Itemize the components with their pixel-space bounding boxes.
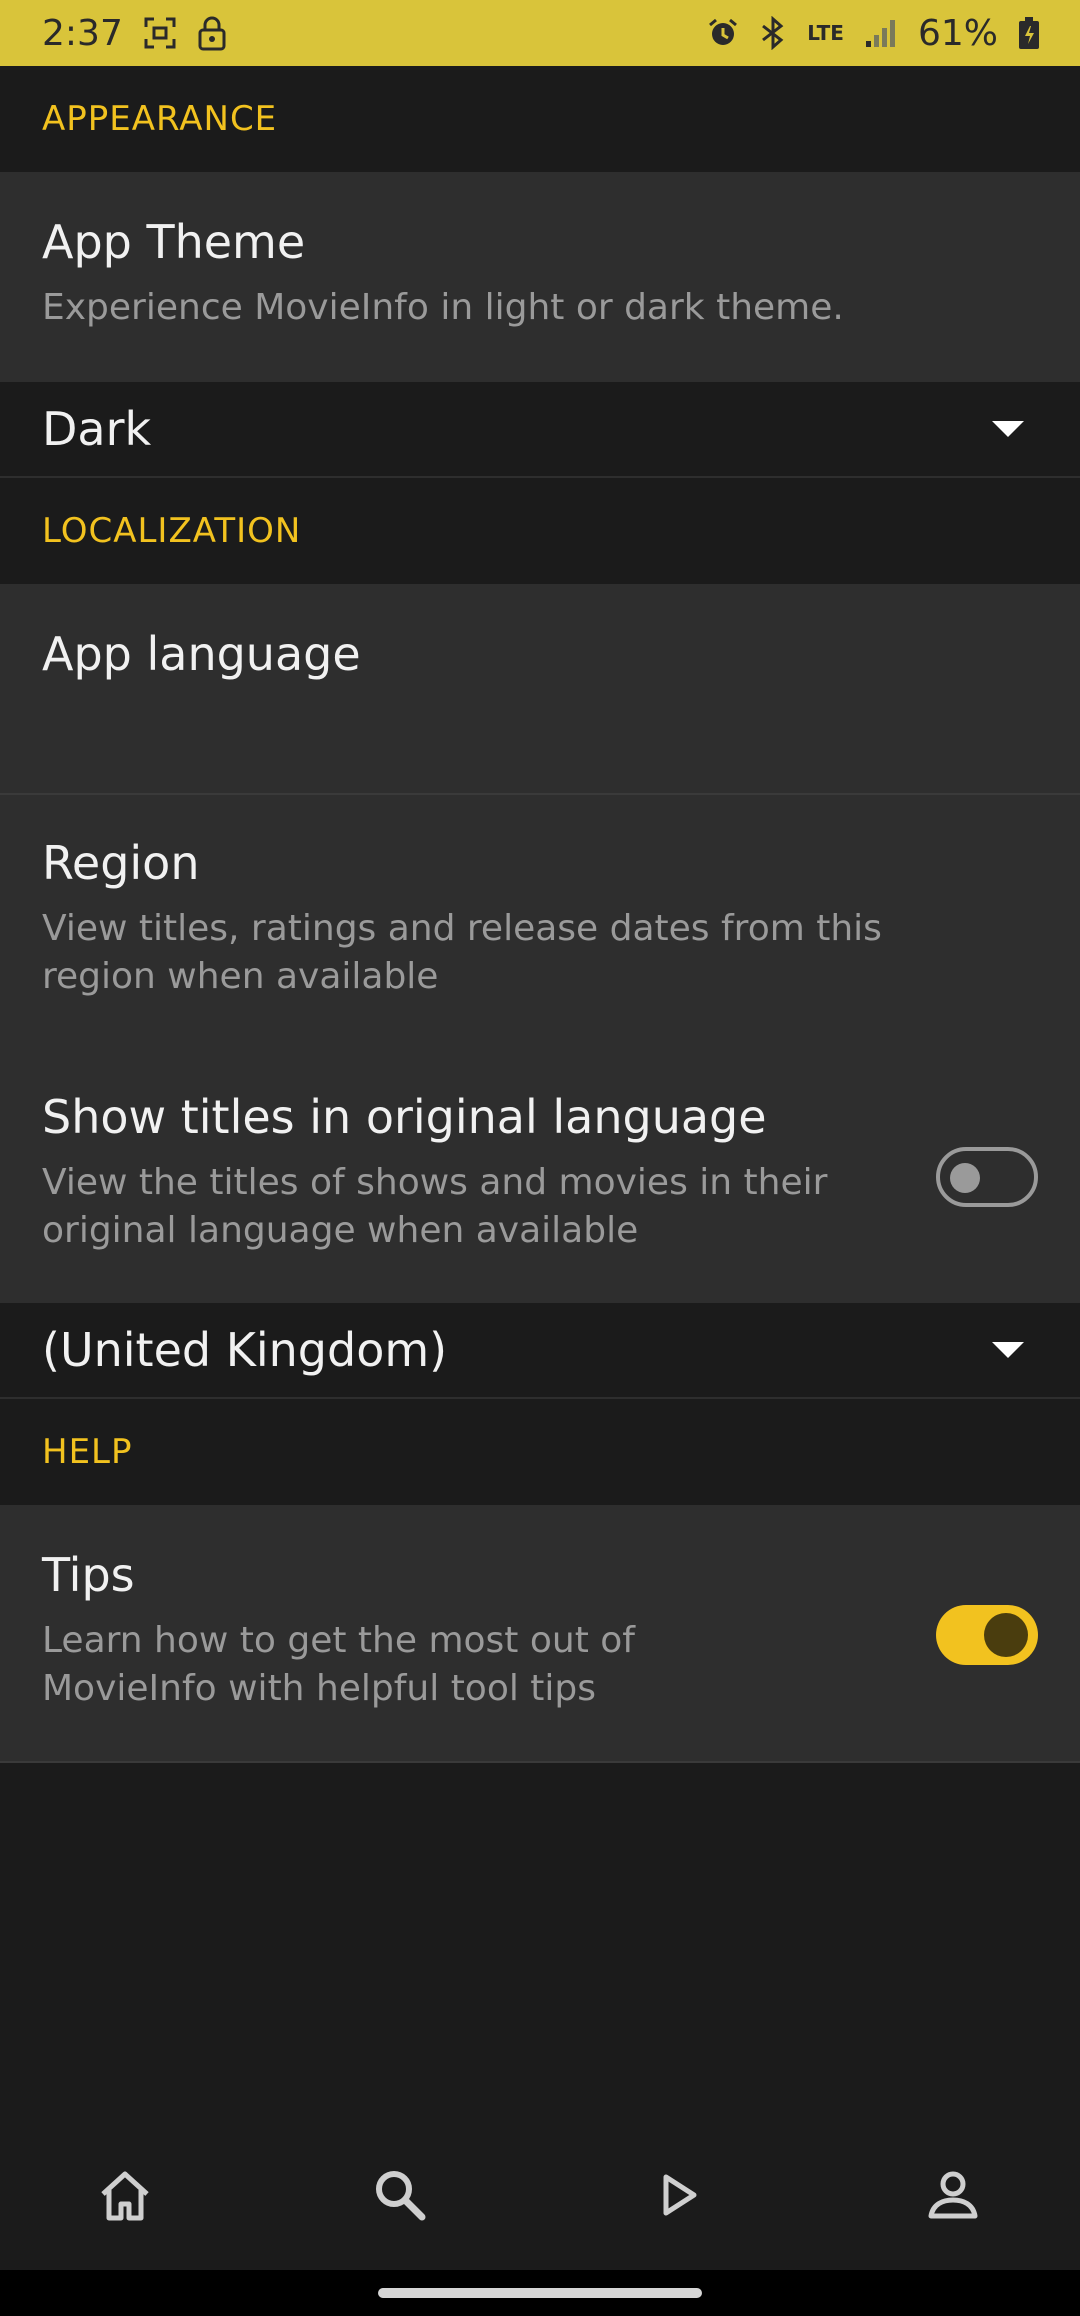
chevron-down-icon bbox=[992, 1342, 1024, 1358]
region-title: Region bbox=[42, 836, 200, 890]
tips-summary: Learn how to get the most out of MovieIn… bbox=[42, 1620, 635, 1709]
nav-play[interactable] bbox=[645, 2160, 715, 2230]
localization-header-label: LOCALIZATION bbox=[42, 511, 302, 551]
help-header-label: HELP bbox=[42, 1432, 133, 1472]
section-header-appearance: APPEARANCE bbox=[0, 66, 1080, 174]
screenshot-icon bbox=[143, 16, 177, 50]
search-icon bbox=[376, 2171, 426, 2221]
nav-profile[interactable] bbox=[918, 2160, 988, 2230]
profile-icon bbox=[928, 2171, 978, 2219]
gesture-bar-area bbox=[0, 2270, 1080, 2316]
original-titles-title: Show titles in original language bbox=[42, 1090, 767, 1144]
pref-app-language[interactable]: App language bbox=[0, 586, 1080, 794]
battery-percent: 61% bbox=[917, 12, 998, 54]
app-theme-title: App Theme bbox=[42, 215, 306, 269]
theme-dropdown[interactable]: Dark bbox=[0, 382, 1080, 478]
theme-dropdown-value: Dark bbox=[42, 402, 152, 456]
signal-icon bbox=[864, 17, 898, 49]
region-dropdown-value: (United Kingdom) bbox=[42, 1323, 448, 1377]
home-indicator[interactable] bbox=[378, 2288, 702, 2298]
section-header-help: HELP bbox=[0, 1399, 1080, 1507]
bluetooth-icon bbox=[759, 16, 787, 50]
lte-icon: LTE bbox=[807, 21, 844, 45]
pref-app-theme[interactable]: App Theme Experience MovieInfo in light … bbox=[0, 174, 1080, 382]
bottom-nav bbox=[0, 2130, 1080, 2260]
settings-screen: 2:37 LTE 61% APPEARANCE App Theme Experi… bbox=[0, 0, 1080, 2316]
status-bar: 2:37 LTE 61% bbox=[0, 0, 1080, 66]
app-theme-summary: Experience MovieInfo in light or dark th… bbox=[42, 287, 844, 328]
home-icon bbox=[101, 2171, 149, 2221]
tips-title: Tips bbox=[42, 1548, 135, 1602]
alarm-icon bbox=[707, 17, 739, 49]
region-dropdown[interactable]: (United Kingdom) bbox=[0, 1303, 1080, 1399]
appearance-header-label: APPEARANCE bbox=[42, 99, 278, 139]
pref-original-titles[interactable]: Show titles in original language View th… bbox=[0, 1049, 1080, 1303]
divider bbox=[0, 1761, 1080, 1763]
status-time: 2:37 bbox=[42, 12, 123, 54]
chevron-down-icon bbox=[992, 421, 1024, 437]
play-icon bbox=[663, 2174, 697, 2216]
battery-icon bbox=[1018, 16, 1040, 50]
toggle-knob bbox=[950, 1163, 980, 1193]
pref-tips[interactable]: Tips Learn how to get the most out of Mo… bbox=[0, 1507, 1080, 1761]
pref-region[interactable]: Region View titles, ratings and release … bbox=[0, 795, 1080, 1049]
toggle-knob bbox=[984, 1613, 1028, 1657]
tips-toggle[interactable] bbox=[936, 1605, 1038, 1665]
region-summary: View titles, ratings and release dates f… bbox=[42, 908, 882, 997]
status-left: 2:37 bbox=[42, 13, 227, 54]
app-language-title: App language bbox=[42, 627, 361, 681]
original-titles-summary: View the titles of shows and movies in t… bbox=[42, 1162, 828, 1251]
status-right: LTE 61% bbox=[707, 13, 1040, 54]
section-header-localization: LOCALIZATION bbox=[0, 478, 1080, 586]
original-titles-toggle[interactable] bbox=[936, 1147, 1038, 1207]
lock-icon bbox=[197, 15, 227, 51]
nav-home[interactable] bbox=[90, 2160, 160, 2230]
nav-search[interactable] bbox=[365, 2160, 435, 2230]
